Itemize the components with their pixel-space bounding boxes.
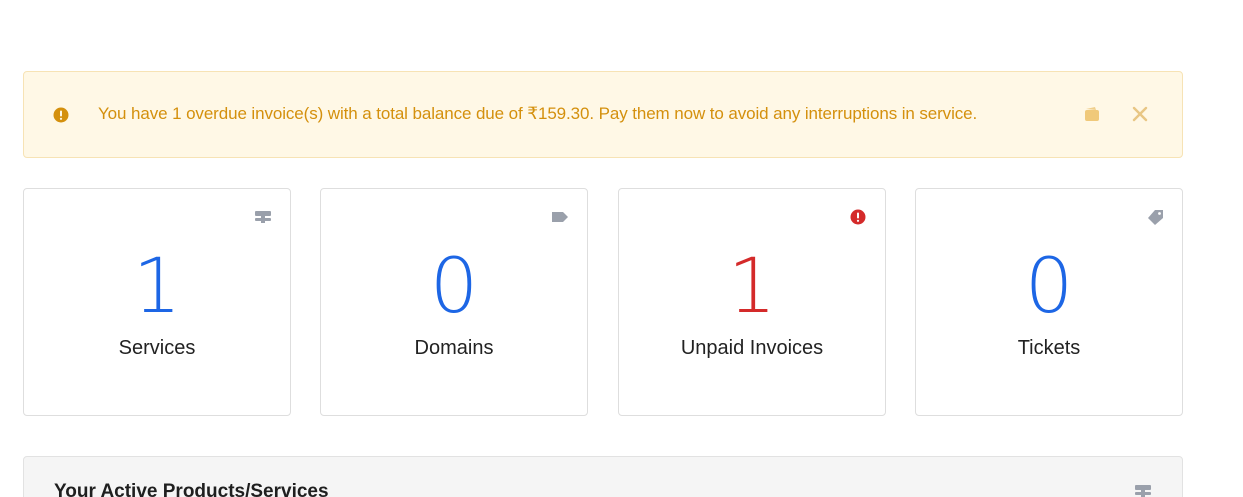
unpaid-invoices-tile[interactable]: 1 Unpaid Invoices	[618, 188, 886, 416]
exclamation-circle-icon	[850, 209, 866, 225]
tag-icon	[552, 212, 568, 222]
active-products-panel: Your Active Products/Services	[23, 456, 1183, 497]
tickets-tile[interactable]: 0 Tickets	[915, 188, 1183, 416]
panel-title: Your Active Products/Services	[54, 481, 329, 497]
domains-label: Domains	[414, 337, 494, 359]
domains-count: 0	[429, 241, 479, 330]
services-tile[interactable]: 1 Services	[23, 188, 291, 416]
tickets-count: 0	[1024, 241, 1074, 330]
server-icon	[1135, 485, 1151, 497]
unpaid-invoices-label: Unpaid Invoices	[680, 337, 824, 359]
exclamation-circle-icon	[53, 107, 69, 123]
domains-tile[interactable]: 0 Domains	[320, 188, 588, 416]
server-icon	[255, 211, 271, 223]
tickets-label: Tickets	[1017, 337, 1081, 359]
services-label: Services	[118, 337, 196, 359]
services-count: 1	[132, 241, 182, 330]
alert-message: You have 1 overdue invoice(s) with a tot…	[98, 104, 978, 123]
client-dashboard: You have 1 overdue invoice(s) with a tot…	[0, 0, 1243, 497]
close-icon[interactable]	[1130, 104, 1150, 124]
ticket-tag-icon	[1148, 210, 1163, 225]
wallet-icon[interactable]	[1083, 105, 1101, 123]
unpaid-invoices-count: 1	[727, 241, 777, 330]
